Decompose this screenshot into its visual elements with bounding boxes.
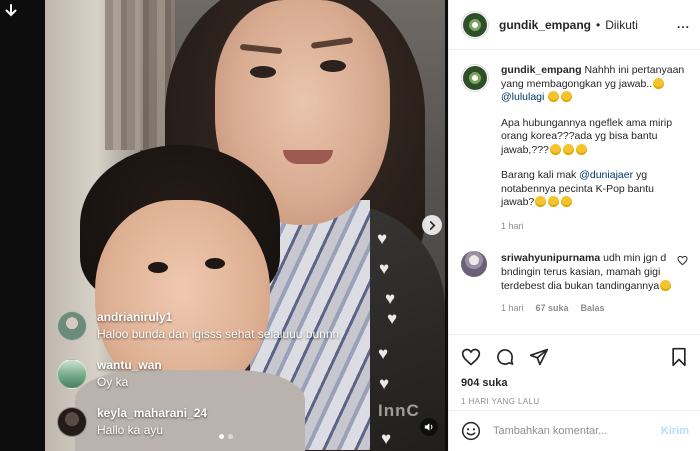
carousel-dot bbox=[219, 434, 224, 439]
live-comment-user: keyla_maharani_24 bbox=[97, 406, 208, 420]
avatar[interactable] bbox=[461, 64, 489, 92]
carousel-indicator bbox=[219, 434, 233, 439]
heart-icon[interactable] bbox=[677, 255, 688, 266]
comment-likes[interactable]: 67 suka bbox=[536, 303, 569, 313]
caption-text: Barang kali mak bbox=[501, 169, 577, 181]
avatar bbox=[57, 407, 87, 437]
carousel-dot bbox=[228, 434, 233, 439]
more-options-button[interactable]: ... bbox=[677, 17, 690, 31]
live-comment-text: Hallo ka ayu bbox=[97, 423, 164, 437]
follow-status[interactable]: Diikuti bbox=[605, 18, 638, 32]
avatar bbox=[57, 359, 87, 389]
header-username[interactable]: gundik_empang bbox=[499, 18, 591, 32]
chevron-right-icon bbox=[429, 220, 435, 230]
heart-icon: ♥ bbox=[387, 309, 398, 328]
live-comment: andrianiruly1 Haloo bunda dan igisss seh… bbox=[57, 305, 387, 353]
heart-icon: ♥ bbox=[379, 374, 390, 393]
live-comments: andrianiruly1 Haloo bunda dan igisss seh… bbox=[57, 305, 387, 449]
live-comment-user: andrianiruly1 bbox=[97, 310, 173, 324]
post-caption: gundik_empang Nahhh ini pertanyaan yang … bbox=[461, 64, 688, 233]
heart-icon: ♥ bbox=[381, 429, 392, 448]
watermark: InnC bbox=[378, 401, 420, 420]
mention-link[interactable]: @lululagi bbox=[501, 91, 544, 103]
comment-input[interactable] bbox=[493, 425, 661, 437]
laughing-emoji-icon bbox=[561, 196, 573, 207]
heart-icon: ♥ bbox=[377, 229, 388, 248]
avatar[interactable] bbox=[461, 251, 487, 277]
comment-time[interactable]: 1 hari bbox=[501, 303, 524, 313]
laughing-emoji-icon bbox=[548, 91, 560, 102]
download-arrow-icon[interactable] bbox=[4, 4, 18, 18]
next-media-button[interactable] bbox=[422, 215, 442, 235]
live-comment-user: wantu_wan bbox=[97, 358, 162, 372]
post-media[interactable]: andrianiruly1 Haloo bunda dan igisss seh… bbox=[0, 0, 448, 451]
laughing-emoji-icon bbox=[549, 143, 561, 155]
smiley-icon[interactable] bbox=[461, 421, 481, 441]
add-comment-bar: Kirim bbox=[449, 410, 700, 451]
live-comment-text: Oy ka bbox=[97, 375, 129, 389]
heart-icon: ♥ bbox=[378, 344, 389, 363]
mention-link[interactable]: @duniajaer bbox=[579, 169, 633, 181]
sound-icon bbox=[424, 423, 433, 431]
avatar[interactable] bbox=[461, 10, 489, 39]
instagram-post-viewer: andrianiruly1 Haloo bunda dan igisss seh… bbox=[0, 0, 700, 451]
comments-scroll-area[interactable]: gundik_empang Nahhh ini pertanyaan yang … bbox=[449, 50, 700, 333]
paper-plane-icon[interactable] bbox=[529, 347, 549, 367]
laughing-emoji-icon bbox=[548, 196, 560, 207]
heart-icon: ♥ bbox=[385, 289, 396, 308]
heart-icon[interactable] bbox=[461, 347, 481, 367]
bookmark-icon[interactable] bbox=[669, 347, 689, 367]
post-side-panel: gundik_empang • Diikuti ... gundik_empan… bbox=[448, 0, 700, 451]
post-actions: 904 suka 1 HARI YANG LALU bbox=[449, 334, 700, 406]
comment-username[interactable]: sriwahyunipurnama bbox=[501, 252, 600, 264]
post-comment-button[interactable]: Kirim bbox=[661, 425, 689, 437]
laughing-emoji-icon bbox=[575, 143, 587, 155]
caption-username[interactable]: gundik_empang bbox=[501, 64, 582, 76]
laughing-emoji-icon bbox=[562, 143, 574, 155]
reply-button[interactable]: Balas bbox=[581, 303, 605, 313]
live-comment-text: Haloo bunda dan igisss sehat selaluuu bu… bbox=[97, 327, 340, 341]
caption-time[interactable]: 1 hari bbox=[501, 220, 688, 234]
separator-dot: • bbox=[596, 17, 601, 32]
laughing-emoji-icon bbox=[660, 280, 672, 291]
sound-toggle-button[interactable] bbox=[420, 418, 438, 436]
speech-bubble-icon[interactable] bbox=[495, 347, 515, 367]
post-header: gundik_empang • Diikuti ... bbox=[449, 0, 700, 50]
avatar bbox=[57, 311, 87, 341]
laughing-emoji-icon bbox=[653, 77, 665, 89]
post-date[interactable]: 1 HARI YANG LALU bbox=[461, 397, 689, 406]
comment-item: sriwahyunipurnama udh min jgn d bndingin… bbox=[461, 251, 688, 313]
live-comment: wantu_wan Oy ka bbox=[57, 353, 387, 401]
live-comment: keyla_maharani_24 Hallo ka ayu bbox=[57, 401, 387, 449]
laughing-emoji-icon bbox=[561, 91, 573, 102]
heart-icon: ♥ bbox=[379, 259, 390, 278]
laughing-emoji-icon bbox=[535, 196, 547, 207]
likes-count[interactable]: 904 suka bbox=[461, 377, 689, 389]
